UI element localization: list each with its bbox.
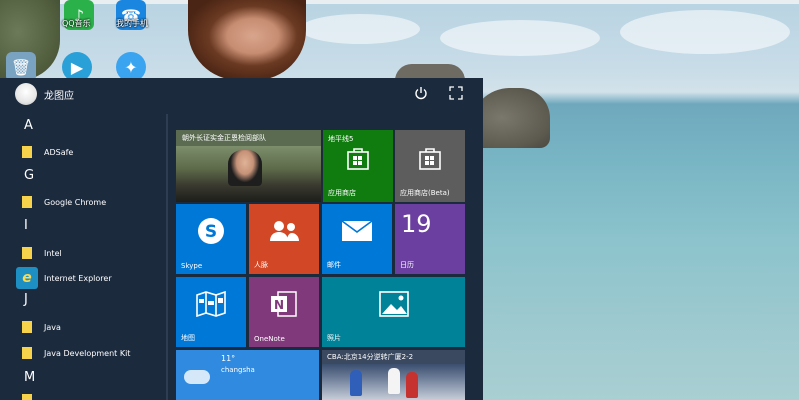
cloud-icon (184, 370, 210, 384)
calendar-day: 19 (401, 210, 432, 238)
tile-people[interactable]: 人脉 (249, 204, 319, 274)
desktop-icon-label-qq-music: QQ音乐 (62, 19, 91, 28)
svg-text:S: S (205, 222, 217, 242)
group-letter-g[interactable]: G (24, 168, 34, 183)
power-icon[interactable] (412, 84, 430, 102)
app-item-intel[interactable]: Intel (0, 241, 168, 265)
folder-icon (22, 196, 32, 208)
wallpaper-person (188, 0, 306, 80)
weather-city: changsha (221, 366, 255, 374)
tile-label: 应用商店 (328, 189, 356, 197)
folder-icon (22, 394, 32, 400)
expand-icon[interactable] (447, 84, 465, 102)
tile-calendar[interactable]: 19 日历 (395, 204, 465, 274)
app-label: Java (44, 322, 61, 332)
tile-mail[interactable]: 邮件 (322, 204, 392, 274)
tile-weather[interactable]: 11° changsha (176, 350, 319, 400)
tile-photos[interactable]: 照片 (322, 277, 465, 347)
sports-player (388, 368, 400, 394)
group-letter-a[interactable]: A (24, 118, 33, 133)
folder-icon (22, 347, 32, 359)
app-label: Java Development Kit (44, 348, 131, 358)
app-label: Intel (44, 248, 62, 258)
tile-maps[interactable]: 地图 (176, 277, 246, 347)
tile-label: 日历 (400, 261, 414, 269)
mail-icon (341, 220, 373, 246)
app-item-java-development-kit[interactable]: Java Development Kit (0, 341, 168, 365)
sports-player (406, 372, 418, 398)
tile-skype[interactable]: S Skype (176, 204, 246, 274)
tile-label: 应用商店(Beta) (400, 189, 450, 197)
store-bag-icon (417, 145, 443, 175)
app-item-partial[interactable] (0, 390, 168, 400)
group-letter-j[interactable]: J (24, 292, 28, 307)
tile-label: 地图 (181, 334, 195, 342)
sports-caption: CBA:北京14分逆转广厦2-2 (327, 353, 414, 361)
start-menu-header: 龙图应 (0, 78, 483, 112)
skype-icon: S (196, 216, 226, 250)
tile-label: 人脉 (254, 261, 268, 269)
folder-icon (22, 247, 32, 259)
tile-store[interactable]: 地平线5 应用商店 (323, 130, 393, 202)
news-person (228, 150, 262, 186)
svg-text:N: N (274, 298, 284, 312)
onenote-icon: N (269, 289, 299, 323)
desktop-icon-label-phone: 我的手机 (116, 19, 148, 28)
group-letter-i[interactable]: I (24, 218, 28, 233)
weather-temp: 11° (221, 354, 236, 363)
tile-label: 邮件 (327, 261, 341, 269)
store-tile-subtitle: 地平线5 (328, 135, 354, 143)
app-item-google-chrome[interactable]: Google Chrome (0, 190, 168, 214)
tile-label: 照片 (327, 334, 341, 342)
tile-news[interactable]: 朝外长证实金正恩检阅部队 (176, 130, 321, 202)
app-item-java[interactable]: Java (0, 315, 168, 339)
tile-onenote[interactable]: N OneNote (249, 277, 319, 347)
app-list: A ADSafe G Google Chrome I Intel e Inter… (0, 114, 168, 400)
app-item-internet-explorer[interactable]: e Internet Explorer (0, 266, 168, 290)
people-icon (268, 219, 300, 247)
photos-icon (378, 290, 410, 322)
app-label: ADSafe (44, 147, 74, 157)
map-icon (195, 291, 227, 321)
tile-label: OneNote (254, 335, 285, 343)
app-label: Google Chrome (44, 197, 107, 207)
app-item-adsafe[interactable]: ADSafe (0, 140, 168, 164)
group-letter-m[interactable]: M (24, 370, 35, 385)
tile-sports[interactable]: CBA:北京14分逆转广厦2-2 (322, 350, 465, 400)
tile-label: Skype (181, 262, 203, 270)
sports-player (350, 370, 362, 396)
store-bag-icon (345, 145, 371, 175)
folder-icon (22, 146, 32, 158)
folder-icon (22, 321, 32, 333)
app-label: Internet Explorer (44, 273, 112, 283)
ie-icon: e (16, 267, 38, 289)
user-name[interactable]: 龙图应 (44, 87, 74, 102)
user-avatar[interactable] (15, 83, 37, 105)
start-menu: 龙图应 A ADSafe G Google Chrome I Intel e I… (0, 78, 483, 400)
news-caption: 朝外长证实金正恩检阅部队 (182, 134, 266, 142)
tile-store-beta[interactable]: 应用商店(Beta) (395, 130, 465, 202)
app-list-scrollbar[interactable] (166, 114, 168, 400)
